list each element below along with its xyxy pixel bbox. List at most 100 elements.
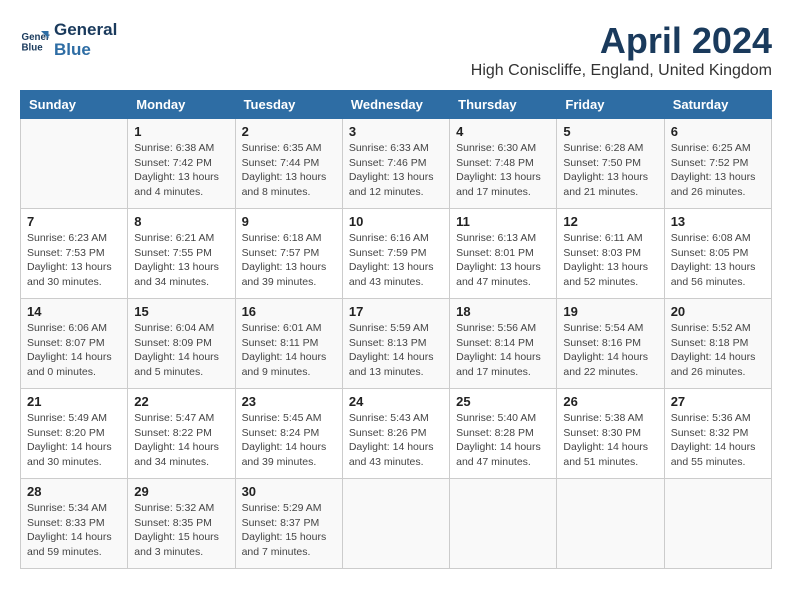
calendar-cell: 4 Sunrise: 6:30 AM Sunset: 7:48 PM Daylig… [450, 119, 557, 209]
calendar-cell: 7 Sunrise: 6:23 AM Sunset: 7:53 PM Daylig… [21, 209, 128, 299]
calendar-cell [21, 119, 128, 209]
column-header-friday: Friday [557, 91, 664, 119]
day-number: 15 [134, 304, 228, 319]
day-number: 10 [349, 214, 443, 229]
day-number: 6 [671, 124, 765, 139]
calendar-cell [450, 479, 557, 569]
day-number: 9 [242, 214, 336, 229]
day-info: Sunrise: 5:32 AM Sunset: 8:35 PM Dayligh… [134, 501, 228, 560]
calendar-cell: 25Sunrise: 5:40 AM Sunset: 8:28 PM Dayli… [450, 389, 557, 479]
day-number: 17 [349, 304, 443, 319]
day-number: 27 [671, 394, 765, 409]
svg-text:Blue: Blue [22, 42, 44, 53]
calendar-cell: 1Sunrise: 6:38 AM Sunset: 7:42 PM Daylig… [128, 119, 235, 209]
calendar-cell: 12Sunrise: 6:11 AM Sunset: 8:03 PM Dayli… [557, 209, 664, 299]
calendar-cell: 19 Sunrise: 5:54 AM Sunset: 8:16 PM Dayli… [557, 299, 664, 389]
calendar-cell: 10 Sunrise: 6:16 AM Sunset: 7:59 PM Dayli… [342, 209, 449, 299]
column-header-sunday: Sunday [21, 91, 128, 119]
day-info: Sunrise: 6:28 AM Sunset: 7:50 PM Dayligh… [563, 141, 657, 200]
day-info: Sunrise: 5:59 AM Sunset: 8:13 PM Dayligh… [349, 321, 443, 380]
location-title: High Coniscliffe, England, United Kingdo… [471, 62, 772, 80]
day-number: 5 [563, 124, 657, 139]
day-number: 13 [671, 214, 765, 229]
column-header-monday: Monday [128, 91, 235, 119]
day-info: Sunrise: 5:52 AM Sunset: 8:18 PM Dayligh… [671, 321, 765, 380]
calendar-cell: 28 Sunrise: 5:34 AM Sunset: 8:33 PM Dayli… [21, 479, 128, 569]
day-number: 16 [242, 304, 336, 319]
calendar-cell: 30 Sunrise: 5:29 AM Sunset: 8:37 PM Dayli… [235, 479, 342, 569]
day-info: Sunrise: 6:01 AM Sunset: 8:11 PM Dayligh… [242, 321, 336, 380]
day-number: 12 [563, 214, 657, 229]
week-row-5: 28 Sunrise: 5:34 AM Sunset: 8:33 PM Dayli… [21, 479, 772, 569]
day-info: Sunrise: 6:13 AM Sunset: 8:01 PM Dayligh… [456, 231, 550, 290]
calendar-cell: 26Sunrise: 5:38 AM Sunset: 8:30 PM Dayli… [557, 389, 664, 479]
day-info: Sunrise: 5:54 AM Sunset: 8:16 PM Dayligh… [563, 321, 657, 380]
column-header-thursday: Thursday [450, 91, 557, 119]
day-info: Sunrise: 5:36 AM Sunset: 8:32 PM Dayligh… [671, 411, 765, 470]
calendar-cell: 27 Sunrise: 5:36 AM Sunset: 8:32 PM Dayli… [664, 389, 771, 479]
week-row-3: 14 Sunrise: 6:06 AM Sunset: 8:07 PM Dayli… [21, 299, 772, 389]
day-info: Sunrise: 5:38 AM Sunset: 8:30 PM Dayligh… [563, 411, 657, 470]
page-header: General Blue General Blue April 2024 Hig… [20, 20, 772, 80]
calendar-cell [557, 479, 664, 569]
calendar-cell: 6 Sunrise: 6:25 AM Sunset: 7:52 PM Daylig… [664, 119, 771, 209]
calendar-cell: 5 Sunrise: 6:28 AM Sunset: 7:50 PM Daylig… [557, 119, 664, 209]
day-info: Sunrise: 5:29 AM Sunset: 8:37 PM Dayligh… [242, 501, 336, 560]
day-info: Sunrise: 6:08 AM Sunset: 8:05 PM Dayligh… [671, 231, 765, 290]
week-row-4: 21Sunrise: 5:49 AM Sunset: 8:20 PM Dayli… [21, 389, 772, 479]
day-number: 14 [27, 304, 121, 319]
day-number: 2 [242, 124, 336, 139]
day-number: 7 [27, 214, 121, 229]
calendar-cell: 16 Sunrise: 6:01 AM Sunset: 8:11 PM Dayli… [235, 299, 342, 389]
day-info: Sunrise: 6:33 AM Sunset: 7:46 PM Dayligh… [349, 141, 443, 200]
calendar-cell: 9 Sunrise: 6:18 AM Sunset: 7:57 PM Daylig… [235, 209, 342, 299]
column-header-wednesday: Wednesday [342, 91, 449, 119]
day-number: 11 [456, 214, 550, 229]
week-row-1: 1Sunrise: 6:38 AM Sunset: 7:42 PM Daylig… [21, 119, 772, 209]
day-number: 1 [134, 124, 228, 139]
day-info: Sunrise: 6:25 AM Sunset: 7:52 PM Dayligh… [671, 141, 765, 200]
day-info: Sunrise: 6:06 AM Sunset: 8:07 PM Dayligh… [27, 321, 121, 380]
day-info: Sunrise: 5:47 AM Sunset: 8:22 PM Dayligh… [134, 411, 228, 470]
calendar-cell: 20 Sunrise: 5:52 AM Sunset: 8:18 PM Dayli… [664, 299, 771, 389]
calendar-cell: 13 Sunrise: 6:08 AM Sunset: 8:05 PM Dayli… [664, 209, 771, 299]
calendar-cell: 2 Sunrise: 6:35 AM Sunset: 7:44 PM Daylig… [235, 119, 342, 209]
day-info: Sunrise: 6:30 AM Sunset: 7:48 PM Dayligh… [456, 141, 550, 200]
day-number: 28 [27, 484, 121, 499]
day-info: Sunrise: 5:56 AM Sunset: 8:14 PM Dayligh… [456, 321, 550, 380]
title-block: April 2024 High Coniscliffe, England, Un… [471, 20, 772, 80]
logo-text: General [54, 20, 117, 40]
calendar-cell: 29 Sunrise: 5:32 AM Sunset: 8:35 PM Dayli… [128, 479, 235, 569]
day-number: 29 [134, 484, 228, 499]
calendar-cell: 24Sunrise: 5:43 AM Sunset: 8:26 PM Dayli… [342, 389, 449, 479]
calendar-cell: 11 Sunrise: 6:13 AM Sunset: 8:01 PM Dayli… [450, 209, 557, 299]
day-number: 21 [27, 394, 121, 409]
day-number: 24 [349, 394, 443, 409]
day-info: Sunrise: 5:34 AM Sunset: 8:33 PM Dayligh… [27, 501, 121, 560]
column-header-tuesday: Tuesday [235, 91, 342, 119]
day-info: Sunrise: 6:04 AM Sunset: 8:09 PM Dayligh… [134, 321, 228, 380]
day-number: 30 [242, 484, 336, 499]
header-row: SundayMondayTuesdayWednesdayThursdayFrid… [21, 91, 772, 119]
logo-text2: Blue [54, 40, 117, 60]
calendar-cell: 22Sunrise: 5:47 AM Sunset: 8:22 PM Dayli… [128, 389, 235, 479]
day-info: Sunrise: 6:16 AM Sunset: 7:59 PM Dayligh… [349, 231, 443, 290]
day-number: 8 [134, 214, 228, 229]
day-number: 20 [671, 304, 765, 319]
day-number: 19 [563, 304, 657, 319]
calendar-cell: 23Sunrise: 5:45 AM Sunset: 8:24 PM Dayli… [235, 389, 342, 479]
week-row-2: 7 Sunrise: 6:23 AM Sunset: 7:53 PM Daylig… [21, 209, 772, 299]
calendar-cell [664, 479, 771, 569]
logo: General Blue General Blue [20, 20, 117, 59]
day-info: Sunrise: 6:23 AM Sunset: 7:53 PM Dayligh… [27, 231, 121, 290]
day-info: Sunrise: 6:35 AM Sunset: 7:44 PM Dayligh… [242, 141, 336, 200]
day-number: 4 [456, 124, 550, 139]
calendar-cell [342, 479, 449, 569]
calendar-cell: 3Sunrise: 6:33 AM Sunset: 7:46 PM Daylig… [342, 119, 449, 209]
column-header-saturday: Saturday [664, 91, 771, 119]
day-info: Sunrise: 6:18 AM Sunset: 7:57 PM Dayligh… [242, 231, 336, 290]
day-info: Sunrise: 5:40 AM Sunset: 8:28 PM Dayligh… [456, 411, 550, 470]
calendar-cell: 18Sunrise: 5:56 AM Sunset: 8:14 PM Dayli… [450, 299, 557, 389]
calendar-cell: 17 Sunrise: 5:59 AM Sunset: 8:13 PM Dayli… [342, 299, 449, 389]
calendar-cell: 8Sunrise: 6:21 AM Sunset: 7:55 PM Daylig… [128, 209, 235, 299]
